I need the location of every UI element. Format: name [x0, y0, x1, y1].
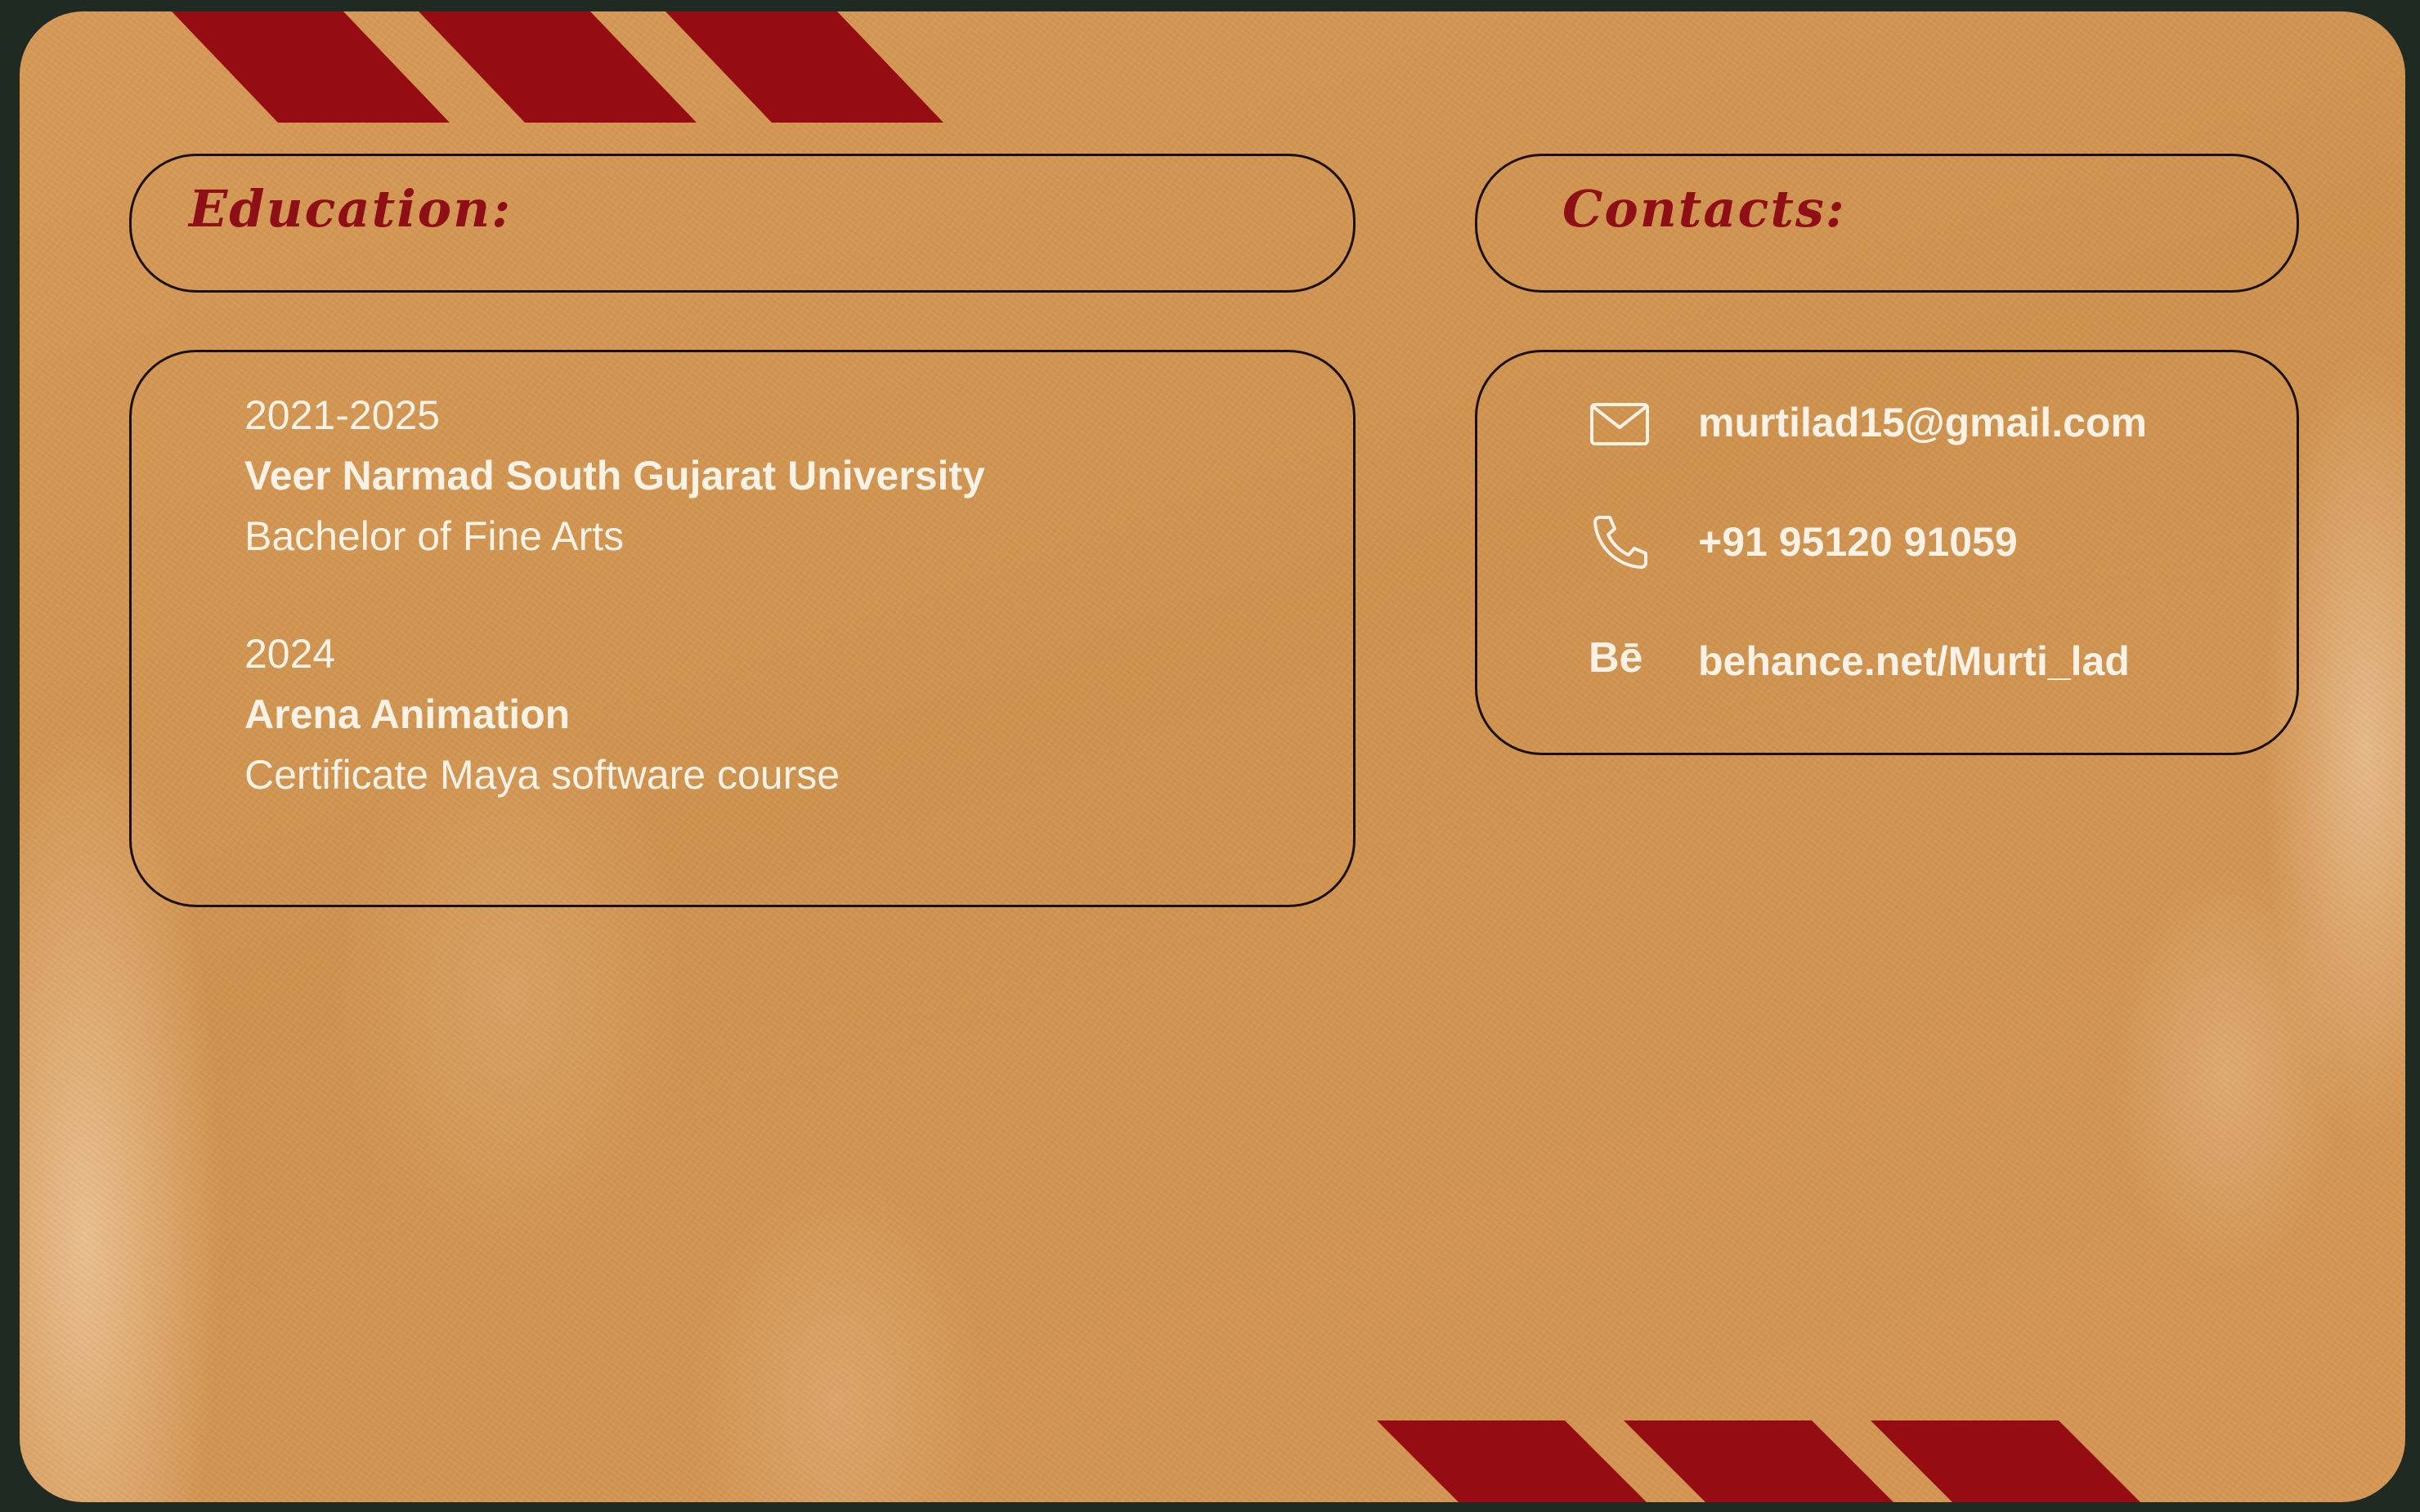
education-program: Certificate Maya software course — [244, 752, 840, 798]
education-years: 2021-2025 — [244, 392, 441, 438]
mail-icon — [1589, 400, 1651, 449]
education-years: 2024 — [244, 631, 336, 677]
contacts-box: murtilad15@gmail.com +91 95120 91059 Bē … — [1475, 350, 2299, 755]
education-entry: 2021-2025 Veer Narmad South Gujarat Univ… — [244, 385, 985, 566]
contact-phone: +91 95120 91059 — [1477, 509, 2297, 575]
email-link[interactable]: murtilad15@gmail.com — [1698, 393, 2147, 452]
top-stripe-2 — [419, 11, 697, 123]
resume-card: Education: 2021-2025 Veer Narmad South G… — [20, 11, 2405, 1502]
education-heading-pill: Education: — [129, 154, 1356, 293]
education-institution: Arena Animation — [244, 691, 571, 737]
contacts-heading-pill: Contacts: — [1475, 154, 2299, 293]
education-box: 2021-2025 Veer Narmad South Gujarat Univ… — [129, 350, 1356, 907]
education-heading: Education: — [189, 179, 513, 239]
behance-icon: Bē — [1589, 634, 1643, 682]
phone-link[interactable]: +91 95120 91059 — [1698, 512, 2018, 571]
contacts-heading: Contacts: — [1562, 179, 1846, 239]
behance-link[interactable]: behance.net/Murti_lad — [1698, 632, 2130, 691]
education-entry: 2024 Arena Animation Certificate Maya so… — [244, 624, 840, 805]
contact-email: murtilad15@gmail.com — [1477, 390, 2297, 455]
bottom-stripe-1 — [1377, 1420, 1647, 1502]
education-institution: Veer Narmad South Gujarat University — [244, 453, 985, 499]
bottom-stripe-3 — [1871, 1420, 2140, 1502]
education-program: Bachelor of Fine Arts — [244, 513, 625, 559]
top-stripe-3 — [666, 11, 943, 123]
top-stripe-1 — [172, 11, 450, 123]
bottom-stripe-2 — [1624, 1420, 1893, 1502]
phone-icon — [1589, 512, 1651, 570]
contact-behance: Bē behance.net/Murti_lad — [1477, 629, 2297, 694]
